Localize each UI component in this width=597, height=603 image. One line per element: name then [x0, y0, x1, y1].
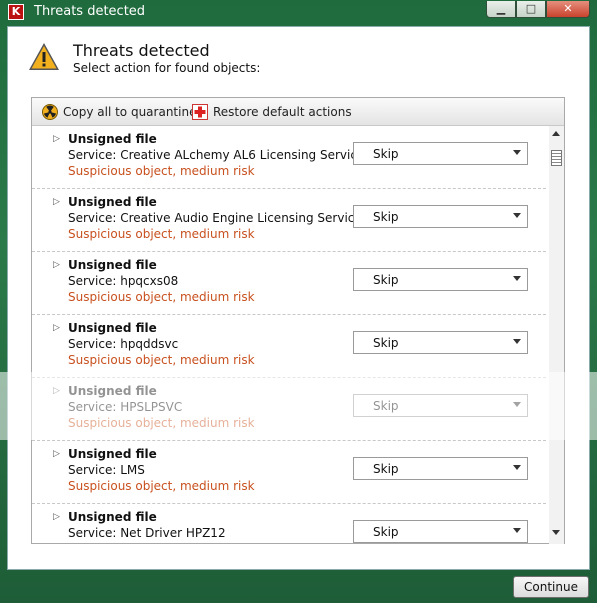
- threat-list: ▷ Unsigned file Service: Creative ALchem…: [32, 126, 548, 544]
- action-value: Skip: [373, 399, 399, 413]
- expand-arrow-icon[interactable]: ▷: [53, 197, 60, 207]
- page-title: Threats detected: [73, 41, 210, 60]
- action-select[interactable]: Skip: [353, 268, 528, 291]
- threat-title: Unsigned file: [68, 195, 157, 209]
- copy-all-to-quarantine-button[interactable]: Copy all to quarantine: [42, 103, 196, 121]
- action-value: Skip: [373, 462, 399, 476]
- window-title: Threats detected: [34, 4, 146, 19]
- action-select[interactable]: Skip: [353, 520, 528, 543]
- threat-title: Unsigned file: [68, 510, 157, 524]
- threat-row[interactable]: ▷ Unsigned file Service: Creative Audio …: [32, 189, 546, 252]
- copy-all-label: Copy all to quarantine: [63, 105, 197, 119]
- radiation-icon: [42, 104, 58, 120]
- threat-risk: Suspicious object, medium risk: [68, 290, 255, 304]
- chevron-down-icon: [513, 402, 521, 407]
- chevron-down-icon: [513, 339, 521, 344]
- threat-row[interactable]: ▷ Unsigned file Service: HPSLPSVC Suspic…: [32, 378, 546, 441]
- restore-default-actions-button[interactable]: Restore default actions: [192, 103, 352, 121]
- threat-service: Service: HPSLPSVC: [68, 400, 183, 414]
- action-value: Skip: [373, 336, 399, 350]
- scroll-thumb[interactable]: [551, 150, 562, 166]
- action-select[interactable]: Skip: [353, 331, 528, 354]
- expand-arrow-icon[interactable]: ▷: [53, 323, 60, 333]
- expand-arrow-icon[interactable]: ▷: [53, 386, 60, 396]
- action-value: Skip: [373, 210, 399, 224]
- expand-arrow-icon[interactable]: ▷: [53, 260, 60, 270]
- minimize-button[interactable]: ▁: [486, 1, 516, 18]
- vertical-scrollbar[interactable]: [549, 126, 564, 544]
- action-select[interactable]: Skip: [353, 457, 528, 480]
- threat-title: Unsigned file: [68, 447, 157, 461]
- threat-row[interactable]: ▷ Unsigned file Service: Creative ALchem…: [32, 126, 546, 189]
- threat-title: Unsigned file: [68, 132, 157, 146]
- threat-risk: Suspicious object, medium risk: [68, 227, 255, 241]
- action-value: Skip: [373, 273, 399, 287]
- chevron-down-icon: [513, 213, 521, 218]
- chevron-down-icon: [513, 150, 521, 155]
- action-value: Skip: [373, 147, 399, 161]
- scroll-down-arrow-icon[interactable]: [552, 530, 560, 535]
- threat-title: Unsigned file: [68, 258, 157, 272]
- expand-arrow-icon[interactable]: ▷: [53, 134, 60, 144]
- expand-arrow-icon[interactable]: ▷: [53, 449, 60, 459]
- continue-button[interactable]: Continue: [513, 576, 589, 598]
- threat-row[interactable]: ▷ Unsigned file Service: hpqddsvc Suspic…: [32, 315, 546, 378]
- chevron-down-icon: [513, 276, 521, 281]
- threat-service: Service: Creative Audio Engine Licensing…: [68, 211, 362, 225]
- threat-row[interactable]: ▷ Unsigned file Service: hpqcxs08 Suspic…: [32, 252, 546, 315]
- action-select[interactable]: Skip: [353, 142, 528, 165]
- threat-service: Service: hpqddsvc: [68, 337, 179, 351]
- threat-risk: Suspicious object, medium risk: [68, 164, 255, 178]
- title-bar[interactable]: K Threats detected ▁ □ ✕: [0, 0, 597, 26]
- page-subtitle: Select action for found objects:: [73, 61, 261, 75]
- expand-arrow-icon[interactable]: ▷: [53, 512, 60, 522]
- threat-service: Service: Net Driver HPZ12: [68, 526, 226, 540]
- toolbar: Copy all to quarantine Restore default a…: [32, 98, 564, 126]
- threat-risk: Suspicious object, medium risk: [68, 353, 255, 367]
- threat-row[interactable]: ▷ Unsigned file Service: Net Driver HPZ1…: [32, 504, 546, 544]
- threat-service: Service: LMS: [68, 463, 145, 477]
- maximize-button[interactable]: □: [516, 1, 546, 18]
- warning-triangle-icon: [29, 43, 59, 70]
- threat-service: Service: hpqcxs08: [68, 274, 179, 288]
- action-select[interactable]: Skip: [353, 394, 528, 417]
- action-value: Skip: [373, 525, 399, 539]
- dialog-content: Threats detected Select action for found…: [7, 26, 590, 570]
- threat-title: Unsigned file: [68, 321, 157, 335]
- restore-defaults-label: Restore default actions: [213, 105, 352, 119]
- red-cross-icon: [192, 104, 208, 120]
- threat-service: Service: Creative ALchemy AL6 Licensing …: [68, 148, 365, 162]
- chevron-down-icon: [513, 528, 521, 533]
- scroll-up-arrow-icon[interactable]: [552, 131, 560, 136]
- threat-list-panel: Copy all to quarantine Restore default a…: [31, 97, 565, 544]
- app-window: K Threats detected ▁ □ ✕ Threats detecte…: [0, 0, 597, 603]
- threat-row[interactable]: ▷ Unsigned file Service: LMS Suspicious …: [32, 441, 546, 504]
- action-select[interactable]: Skip: [353, 205, 528, 228]
- chevron-down-icon: [513, 465, 521, 470]
- kaspersky-logo-icon: K: [8, 4, 24, 20]
- close-button[interactable]: ✕: [546, 1, 590, 18]
- threat-risk: Suspicious object, medium risk: [68, 479, 255, 493]
- threat-title: Unsigned file: [68, 384, 157, 398]
- threat-risk: Suspicious object, medium risk: [68, 416, 255, 430]
